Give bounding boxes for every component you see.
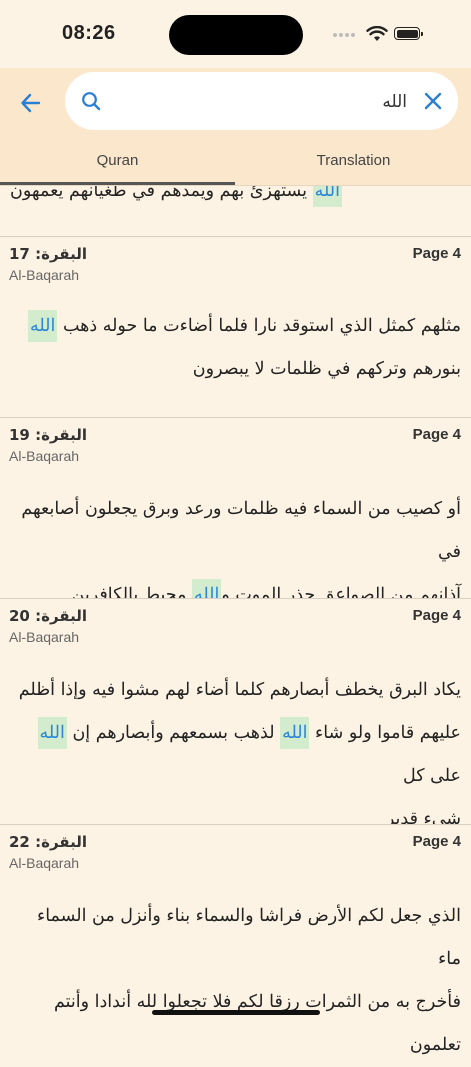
search-icon <box>82 92 101 111</box>
dynamic-island <box>169 15 303 55</box>
verse-text: يكاد البرق يخطف أبصارهم كلما أضاء لهم مش… <box>18 680 461 829</box>
search-highlight: الله <box>37 717 67 749</box>
status-time: 08:26 <box>62 22 116 44</box>
surah-name-en: Al-Baqarah <box>9 855 80 871</box>
search-input[interactable] <box>115 86 409 118</box>
verse-card[interactable]: البقرة: 22 Al-Baqarah Page 4 الذي جعل لك… <box>0 824 471 1055</box>
verse-text: الذي جعل لكم الأرض فراشا والسماء بناء وأ… <box>36 906 461 1055</box>
page-number: Page 4 <box>412 607 461 624</box>
search-bar[interactable] <box>65 72 458 130</box>
surah-verse-label: البقرة: 22 <box>9 833 87 851</box>
home-indicator <box>152 1010 320 1015</box>
verse-card[interactable]: البقرة: 19 Al-Baqarah Page 4 أو كصيب من … <box>0 417 471 611</box>
page-number: Page 4 <box>412 833 461 850</box>
surah-name-en: Al-Baqarah <box>9 448 80 464</box>
search-highlight: الله <box>28 310 58 342</box>
verse-card[interactable]: البقرة: 17 Al-Baqarah Page 4 مثلهم كمثل … <box>0 236 471 417</box>
page-number: Page 4 <box>412 245 461 262</box>
surah-verse-label: البقرة: 19 <box>9 426 87 444</box>
surah-name-en: Al-Baqarah <box>9 267 80 283</box>
status-bar: 08:26 <box>0 0 471 68</box>
surah-name-en: Al-Baqarah <box>9 629 80 645</box>
signal-dots-icon <box>333 33 359 39</box>
surah-verse-label: البقرة: 17 <box>9 245 87 263</box>
tab-translation[interactable]: Translation <box>236 152 471 169</box>
battery-icon <box>394 27 423 40</box>
close-icon[interactable] <box>424 92 442 110</box>
verse-card[interactable]: البقرة: 20 Al-Baqarah Page 4 يكاد البرق … <box>0 598 471 829</box>
search-highlight: الله <box>280 717 310 749</box>
tab-quran[interactable]: Quran <box>0 152 235 169</box>
back-arrow-icon[interactable] <box>18 90 44 116</box>
tab-indicator <box>0 182 235 185</box>
search-header: Quran Translation <box>0 68 471 186</box>
page-number: Page 4 <box>412 426 461 443</box>
tab-bar: Quran Translation <box>0 152 471 185</box>
verse-text: مثلهم كمثل الذي استوقد نارا فلما أضاءت م… <box>0 305 471 391</box>
wifi-icon <box>366 26 388 41</box>
surah-verse-label: البقرة: 20 <box>9 607 87 625</box>
